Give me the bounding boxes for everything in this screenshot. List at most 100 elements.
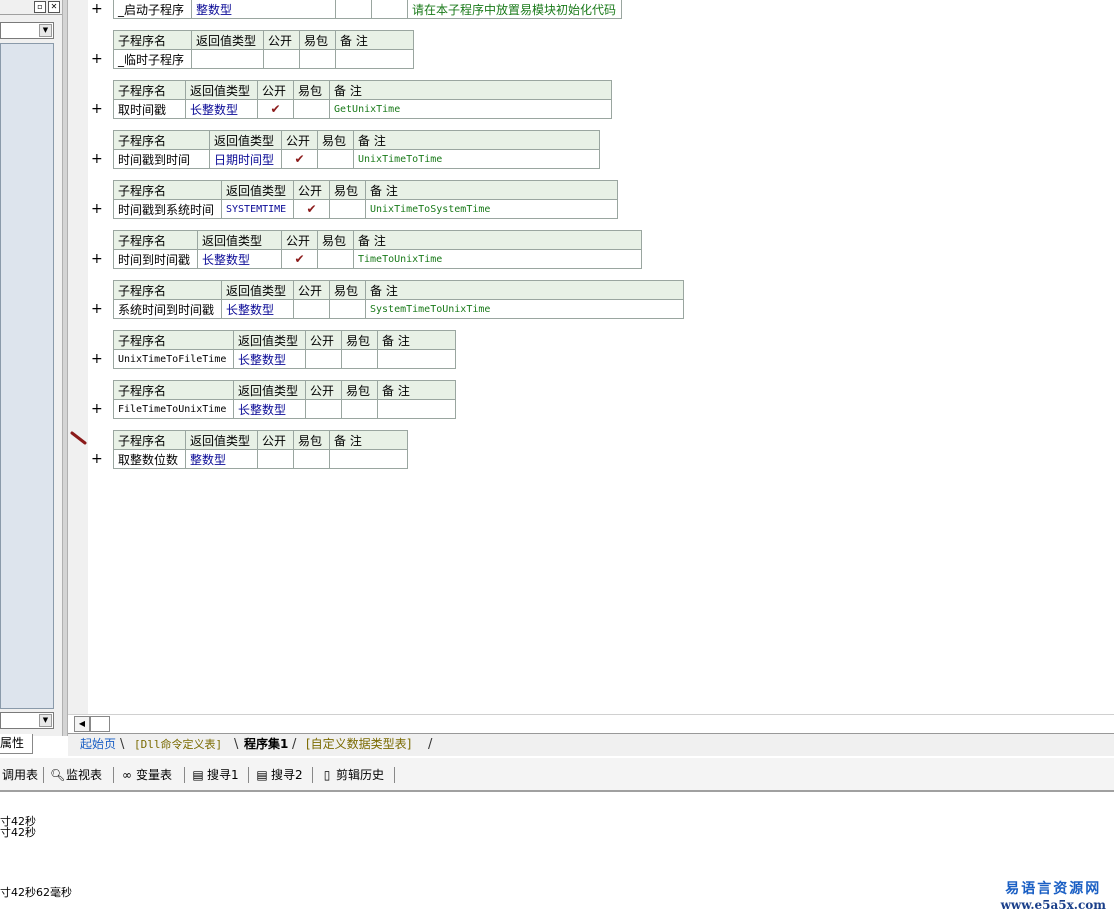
subroutine-name[interactable]: 取整数位数 [113,449,186,469]
subroutine-name[interactable]: FileTimeToUnixTime [113,399,234,419]
toolbar-divider [312,767,313,783]
return-type[interactable] [191,49,264,69]
return-type[interactable]: 长整数型 [197,249,282,269]
expand-icon[interactable]: + [91,351,103,367]
public-flag[interactable] [257,449,294,469]
table-row[interactable]: UnixTimeToFileTime 长整数型 [113,349,456,369]
expand-icon[interactable]: + [91,451,103,467]
object-combo[interactable]: ▼ [0,22,54,39]
easy-package-flag[interactable] [371,0,408,19]
table-row[interactable]: 取时间戳 长整数型 ✔ GetUnixTime [113,99,612,119]
note[interactable]: UnixTimeToSystemTime [365,199,618,219]
subroutine-name[interactable]: 取时间戳 [113,99,186,119]
expand-icon[interactable]: + [91,201,103,217]
expand-icon[interactable]: + [91,301,103,317]
hdr-return-type: 返回值类型 [185,80,258,100]
subroutine-name[interactable]: 时间到时间戳 [113,249,198,269]
easy-package-flag[interactable] [317,149,354,169]
expand-icon[interactable]: + [91,101,103,117]
expand-icon[interactable]: + [91,151,103,167]
easy-package-flag[interactable] [317,249,354,269]
return-type[interactable]: 整数型 [185,449,258,469]
note[interactable]: UnixTimeToTime [353,149,600,169]
scroll-thumb[interactable] [90,716,110,732]
easy-package-flag[interactable] [341,349,378,369]
note[interactable]: 请在本子程序中放置易模块初始化代码 [407,0,622,19]
chevron-down-icon[interactable]: ▼ [39,24,52,37]
public-flag[interactable] [335,0,372,19]
table-row[interactable]: 时间戳到系统时间 SYSTEMTIME ✔ UnixTimeToSystemTime [113,199,618,219]
property-list[interactable] [0,43,54,709]
return-type[interactable]: 长整数型 [233,399,306,419]
bottom-toolbar: 调用表 🔍︎监视表 ∞ 变量表 ▤ 搜寻1 ▤ 搜寻2 ▯ 剪辑历史 [0,758,1114,792]
expand-icon[interactable]: + [91,401,103,417]
tab-start-page[interactable]: 起始页 [76,736,120,753]
tab-program-set[interactable]: 程序集1 [240,736,292,753]
note[interactable] [377,349,456,369]
public-flag[interactable] [293,299,330,319]
scroll-left-icon[interactable]: ◀ [74,716,90,732]
tab-custom-types[interactable]: [自定义数据类型表] [302,736,415,753]
public-flag[interactable] [305,399,342,419]
return-type[interactable]: 日期时间型 [209,149,282,169]
easy-package-flag[interactable] [293,99,330,119]
easy-package-flag[interactable] [329,199,366,219]
search1-button[interactable]: ▤ 搜寻1 [191,766,238,784]
table-row[interactable]: _临时子程序 [113,49,414,69]
table-row[interactable]: _启动子程序 整数型 请在本子程序中放置易模块初始化代码 [113,0,622,19]
horizontal-scrollbar[interactable]: ◀ [68,714,1114,733]
subroutine-name[interactable]: _启动子程序 [113,0,192,19]
public-flag[interactable] [305,349,342,369]
subroutine-table: 子程序名 返回值类型 公开 易包备 注时间戳到时间 日期时间型 ✔ UnixTimeToTi… [113,130,600,169]
expand-icon[interactable]: + [91,1,103,17]
variable-table-button[interactable]: ∞ 变量表 [120,766,172,784]
public-flag[interactable] [263,49,300,69]
public-flag[interactable]: ✔ [257,99,294,119]
note[interactable]: SystemTimeToUnixTime [365,299,684,319]
return-type[interactable]: 长整数型 [185,99,258,119]
expand-icon[interactable]: + [91,251,103,267]
tab-properties[interactable]: 属性 [0,734,33,754]
subroutine-name[interactable]: 系统时间到时间戳 [113,299,222,319]
table-row[interactable]: 时间戳到时间 日期时间型 ✔ UnixTimeToTime [113,149,600,169]
close-icon[interactable]: ✕ [48,1,60,13]
return-type[interactable]: 长整数型 [233,349,306,369]
chevron-down-icon[interactable]: ▼ [39,714,52,727]
call-table-button[interactable]: 调用表 [2,766,38,784]
tab-dll-commands[interactable]: [Dll命令定义表] [130,736,226,753]
expand-icon[interactable]: + [91,51,103,67]
output-pane[interactable]: 寸42秒 寸42秒 寸42秒62毫秒 [0,792,1114,915]
note[interactable]: TimeToUnixTime [353,249,642,269]
note[interactable] [377,399,456,419]
return-type[interactable]: 长整数型 [221,299,294,319]
subroutine-name[interactable]: 时间戳到时间 [113,149,210,169]
subroutine-name[interactable]: 时间戳到系统时间 [113,199,222,219]
search2-button[interactable]: ▤ 搜寻2 [255,766,302,784]
easy-package-flag[interactable] [299,49,336,69]
return-type[interactable]: SYSTEMTIME [221,199,294,219]
public-flag[interactable]: ✔ [281,149,318,169]
public-flag[interactable]: ✔ [293,199,330,219]
subroutine-name[interactable]: UnixTimeToFileTime [113,349,234,369]
hdr-name: 子程序名 [113,130,210,150]
watch-table-button[interactable]: 🔍︎监视表 [50,766,102,784]
public-flag[interactable]: ✔ [281,249,318,269]
table-row[interactable]: 取整数位数 整数型 [113,449,408,469]
return-type[interactable]: 整数型 [191,0,336,19]
restore-icon[interactable]: ▫ [34,1,46,13]
table-row[interactable]: 系统时间到时间戳 长整数型 SystemTimeToUnixTime [113,299,684,319]
subroutine-name[interactable]: _临时子程序 [113,49,192,69]
property-combo[interactable]: ▼ [0,712,54,729]
note[interactable]: GetUnixTime [329,99,612,119]
table-row[interactable]: 时间到时间戳 长整数型 ✔ TimeToUnixTime [113,249,642,269]
easy-package-flag[interactable] [293,449,330,469]
hdr-note: 备 注 [335,30,414,50]
note[interactable] [335,49,414,69]
clip-history-button[interactable]: ▯ 剪辑历史 [320,766,384,784]
hdr-return-type: 返回值类型 [191,30,264,50]
toolbar-label: 剪辑历史 [336,768,385,782]
table-row[interactable]: FileTimeToUnixTime 长整数型 [113,399,456,419]
note[interactable] [329,449,408,469]
easy-package-flag[interactable] [329,299,366,319]
easy-package-flag[interactable] [341,399,378,419]
